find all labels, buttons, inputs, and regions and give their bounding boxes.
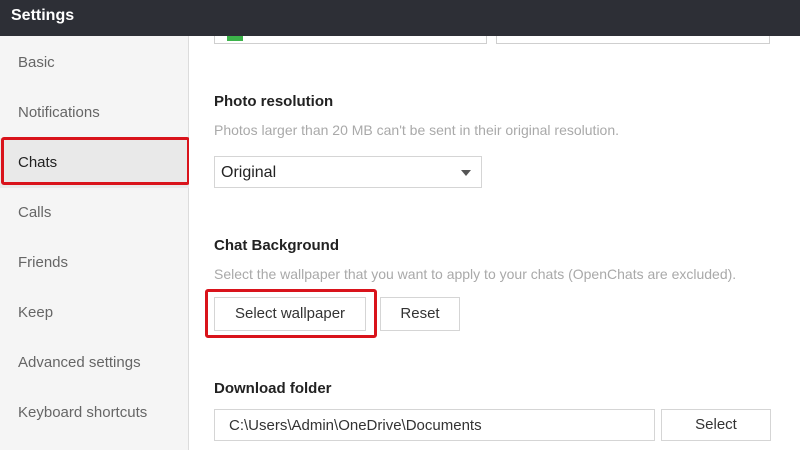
photo-resolution-description: Photos larger than 20 MB can't be sent i… bbox=[214, 122, 620, 138]
chat-background-title: Chat Background bbox=[214, 237, 340, 254]
language-select-partial[interactable] bbox=[214, 36, 487, 44]
photo-resolution-title: Photo resolution bbox=[214, 93, 334, 110]
sidebar-item-keyboard-shortcuts[interactable]: Keyboard shortcuts bbox=[0, 388, 189, 438]
language-select-partial-2[interactable]: ▼ bbox=[496, 36, 770, 44]
download-folder-title: Download folder bbox=[214, 380, 332, 397]
photo-resolution-value: Original bbox=[221, 164, 277, 181]
title-bar: Settings bbox=[0, 0, 800, 36]
select-wallpaper-button[interactable]: Select wallpaper bbox=[214, 297, 366, 331]
sidebar-item-calls[interactable]: Calls bbox=[0, 188, 189, 238]
window-title: Settings bbox=[11, 7, 75, 24]
flag-icon bbox=[227, 36, 243, 41]
sidebar-item-chats[interactable]: Chats bbox=[0, 138, 189, 188]
sidebar-item-friends[interactable]: Friends bbox=[0, 238, 189, 288]
settings-sidebar: Basic Notifications Chats Calls Friends … bbox=[0, 36, 189, 450]
select-folder-button[interactable]: Select bbox=[661, 409, 771, 441]
caret-down-icon bbox=[461, 170, 471, 176]
reset-button[interactable]: Reset bbox=[380, 297, 460, 331]
photo-resolution-select[interactable]: Original bbox=[214, 156, 482, 188]
sidebar-item-keep[interactable]: Keep bbox=[0, 288, 189, 338]
sidebar-item-advanced-settings[interactable]: Advanced settings bbox=[0, 338, 189, 388]
chat-background-description: Select the wallpaper that you want to ap… bbox=[214, 266, 737, 282]
settings-window: Settings Basic Notifications Chats Calls… bbox=[0, 0, 800, 450]
sidebar-item-notifications[interactable]: Notifications bbox=[0, 88, 189, 138]
download-folder-path: C:\Users\Admin\OneDrive\Documents bbox=[214, 409, 655, 441]
settings-content: ▼ Photo resolution Photos larger than 20… bbox=[189, 36, 800, 450]
sidebar-item-basic[interactable]: Basic bbox=[0, 38, 189, 88]
